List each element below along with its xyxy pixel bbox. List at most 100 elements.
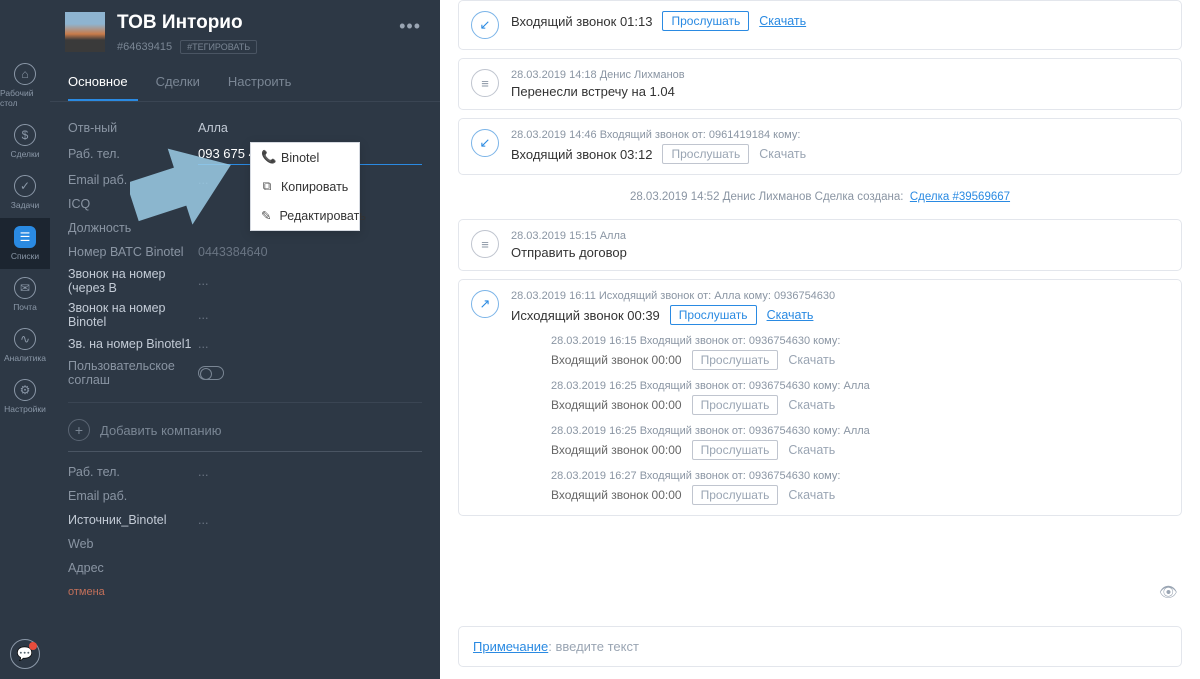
contact-title[interactable]: ТОВ Инторио (117, 12, 395, 34)
c-label-address: Адрес (68, 561, 198, 575)
avatar[interactable] (65, 12, 105, 52)
copy-icon: ⧉ (261, 179, 273, 194)
label-email: Email раб. (68, 173, 198, 187)
note-prefix: Примечание (473, 639, 548, 654)
call-meta: 28.03.2019 14:46 Входящий звонок от: 096… (511, 129, 1169, 141)
note-input[interactable]: Примечание: введите текст (458, 626, 1182, 667)
tag-button[interactable]: #ТЕГИРОВАТЬ (180, 40, 257, 54)
chart-icon: ∿ (14, 328, 36, 350)
listen-button[interactable]: Прослушать (692, 395, 779, 415)
download-link[interactable]: Скачать (759, 14, 806, 28)
feed-call-card: ↙ 28.03.2019 14:46 Входящий звонок от: 0… (458, 118, 1182, 175)
plus-icon: + (68, 419, 90, 441)
call-title: Входящий звонок 01:13 (511, 14, 652, 29)
listen-button[interactable]: Прослушать (692, 485, 779, 505)
nav-analytics[interactable]: ∿Аналитика (0, 320, 50, 371)
label-call-b: Звонок на номер (через B (68, 267, 198, 295)
phone-context-menu: 📞Binotel ⧉Копировать ✎Редактировать (250, 142, 360, 231)
value-responsible[interactable]: Алла (198, 121, 422, 135)
feed-note-card: ≡ 28.03.2019 15:15 Алла Отправить догово… (458, 219, 1182, 271)
tab-setup[interactable]: Настроить (228, 66, 302, 101)
label-consent: Пользовательское соглаш (68, 359, 198, 387)
label-position: Должность (68, 221, 198, 235)
phone-in-icon: ↙ (471, 129, 499, 157)
c-label-web: Web (68, 537, 198, 551)
label-phone: Раб. тел. (68, 147, 198, 161)
check-icon: ✓ (14, 175, 36, 197)
nav-chat[interactable]: 💬 (10, 639, 40, 669)
download-link[interactable]: Скачать (759, 147, 806, 161)
download-link[interactable]: Скачать (788, 443, 835, 457)
tab-deals[interactable]: Сделки (156, 66, 210, 101)
download-link[interactable]: Скачать (788, 488, 835, 502)
more-menu[interactable]: ••• (395, 12, 425, 54)
value-call-b[interactable]: ... (198, 274, 422, 288)
list-icon: ☰ (14, 226, 36, 248)
sub-meta: 28.03.2019 16:25 Входящий звонок от: 093… (551, 425, 1169, 437)
listen-button[interactable]: Прослушать (662, 144, 749, 164)
value-vats[interactable]: 0443384640 (198, 245, 422, 259)
sub-meta: 28.03.2019 16:15 Входящий звонок от: 093… (551, 335, 1169, 347)
contact-id: #64639415 (117, 41, 172, 53)
phone-out-icon: ↗ (471, 290, 499, 318)
add-company[interactable]: + Добавить компанию (68, 415, 422, 452)
fields-block: Отв-ныйАлла Раб. тел. Email раб.... ICQ … (50, 102, 440, 618)
sub-title: Входящий звонок 00:00 (551, 398, 682, 412)
activity-feed: ↙ Входящий звонок 01:13 Прослушать Скача… (440, 0, 1200, 679)
download-link[interactable]: Скачать (767, 308, 814, 322)
sub-call: 28.03.2019 16:27 Входящий звонок от: 093… (511, 470, 1169, 505)
listen-button[interactable]: Прослушать (670, 305, 757, 325)
sub-title: Входящий звонок 00:00 (551, 443, 682, 457)
note-icon: ≡ (471, 230, 499, 258)
call-title: Входящий звонок 03:12 (511, 147, 652, 162)
download-link[interactable]: Скачать (788, 398, 835, 412)
note-meta: 28.03.2019 14:18 Денис Лихманов (511, 69, 1169, 81)
call-meta: 28.03.2019 16:11 Исходящий звонок от: Ал… (511, 290, 1169, 302)
listen-button[interactable]: Прослушать (692, 440, 779, 460)
note-icon: ≡ (471, 69, 499, 97)
phone-icon: 📞 (261, 150, 273, 165)
nav-deals[interactable]: $Сделки (0, 116, 50, 167)
feed-call-group: ↗ 28.03.2019 16:11 Исходящий звонок от: … (458, 279, 1182, 516)
tab-main[interactable]: Основное (68, 66, 138, 101)
cancel-link[interactable]: отмена (68, 580, 422, 604)
desktop-icon: ⌂ (14, 63, 36, 85)
sub-title: Входящий звонок 00:00 (551, 353, 682, 367)
sub-call: 28.03.2019 16:25 Входящий звонок от: 093… (511, 380, 1169, 415)
c-value-phone[interactable]: ... (198, 465, 422, 479)
ctx-copy[interactable]: ⧉Копировать (251, 172, 359, 201)
phone-in-icon: ↙ (471, 11, 499, 39)
c-value-src[interactable]: ... (198, 513, 422, 527)
ctx-binotel[interactable]: 📞Binotel (251, 143, 359, 172)
c-label-src: Источник_Binotel (68, 513, 198, 527)
value-call-binotel[interactable]: ... (198, 308, 422, 322)
download-link[interactable]: Скачать (788, 353, 835, 367)
ctx-edit[interactable]: ✎Редактировать (251, 201, 359, 230)
mail-icon: ✉ (14, 277, 36, 299)
visibility-icon[interactable]: 👁 (1159, 583, 1178, 601)
c-label-email: Email раб. (68, 489, 198, 503)
deal-link[interactable]: Сделка #39569667 (910, 191, 1010, 203)
label-vats: Номер ВАТС Binotel (68, 245, 198, 259)
sub-call: 28.03.2019 16:25 Входящий звонок от: 093… (511, 425, 1169, 460)
nav-tasks[interactable]: ✓Задачи (0, 167, 50, 218)
listen-button[interactable]: Прослушать (692, 350, 779, 370)
nav-rail: ⌂Рабочий стол $Сделки ✓Задачи ☰Списки ✉П… (0, 0, 50, 679)
gear-icon: ⚙ (14, 379, 36, 401)
nav-lists[interactable]: ☰Списки (0, 218, 50, 269)
consent-toggle[interactable] (198, 366, 224, 380)
sub-meta: 28.03.2019 16:25 Входящий звонок от: 093… (551, 380, 1169, 392)
nav-mail[interactable]: ✉Почта (0, 269, 50, 320)
nav-desktop[interactable]: ⌂Рабочий стол (0, 55, 50, 116)
listen-button[interactable]: Прослушать (662, 11, 749, 31)
notification-dot (29, 642, 37, 650)
note-text: Отправить договор (511, 245, 627, 260)
feed-note-card: ≡ 28.03.2019 14:18 Денис Лихманов Перене… (458, 58, 1182, 110)
contact-card: ТОВ Инторио #64639415 #ТЕГИРОВАТЬ ••• Ос… (50, 0, 440, 679)
system-entry: 28.03.2019 14:52 Денис Лихманов Сделка с… (458, 183, 1182, 211)
nav-settings[interactable]: ⚙Настройки (0, 371, 50, 422)
label-responsible: Отв-ный (68, 121, 198, 135)
sub-title: Входящий звонок 00:00 (551, 488, 682, 502)
value-call-binotel1[interactable]: ... (198, 337, 422, 351)
c-label-phone: Раб. тел. (68, 465, 198, 479)
